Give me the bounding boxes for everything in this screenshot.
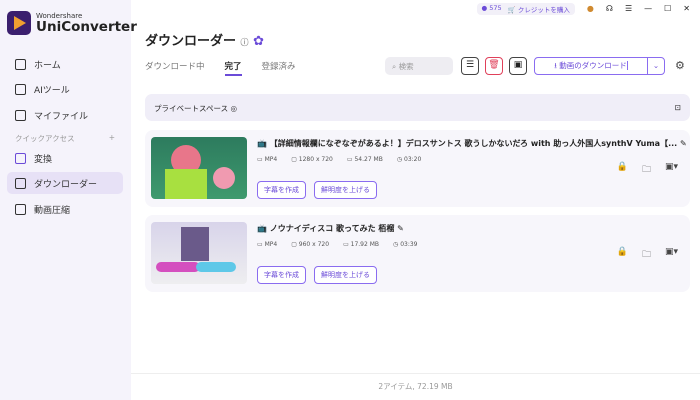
sidebar-item-home[interactable]: ホーム <box>7 53 123 75</box>
sidebar-item-convert[interactable]: 変換 <box>7 147 123 169</box>
edit-icon[interactable]: ✎ <box>680 139 687 148</box>
sort-list-button[interactable]: ☰ <box>461 57 479 75</box>
sidebar-item-label: マイファイル <box>34 111 89 122</box>
add-quick-access-button[interactable]: + <box>109 133 115 144</box>
enhance-button[interactable]: 鮮明度を上げる <box>314 181 377 199</box>
private-space-label: プライベートスペース <box>154 104 229 113</box>
search-input[interactable]: ⌕ 検索 <box>385 57 453 75</box>
list-item[interactable]: 📺 ノウナイディスコ 歌ってみた 栢榴 ✎ ▭ MP4 ▢ 960 x 720 ▭ … <box>145 215 690 292</box>
tab-registered[interactable]: 登録済み <box>262 60 296 76</box>
size-value: 17.92 MB <box>350 241 380 248</box>
format-value: MP4 <box>264 156 278 163</box>
close-icon[interactable]: ✕ <box>683 4 690 13</box>
sidebar: Wondershare UniConverter ホーム AIツール マイファイル… <box>0 0 137 400</box>
size-value: 54.27 MB <box>354 156 383 163</box>
sidebar-item-label: ダウンローダー <box>34 179 98 190</box>
sidebar-item-label: 変換 <box>34 154 53 165</box>
home-icon <box>15 58 26 70</box>
page-title: ダウンローダー ⓘ ✿ <box>145 30 264 49</box>
uniconverter-logo-icon <box>7 11 31 35</box>
video-meta: ▭ MP4 ▢ 960 x 720 ▭ 17.92 MB ◷ 03:39 <box>257 241 417 248</box>
menu-icon[interactable]: ☰ <box>625 4 632 13</box>
resolution-value: 1280 x 720 <box>298 156 333 163</box>
minimize-icon[interactable]: — <box>644 4 652 13</box>
lock-icon[interactable]: 🔒 <box>617 162 628 178</box>
folder-button[interactable]: ▣ <box>509 57 527 75</box>
private-space-bar[interactable]: プライベートスペース ◎ ⊡ <box>145 94 690 121</box>
enhance-button[interactable]: 鮮明度を上げる <box>314 266 377 284</box>
download-icon <box>15 177 26 189</box>
chevron-down-icon[interactable]: ⌄ <box>648 58 664 74</box>
sidebar-item-my-files[interactable]: マイファイル <box>7 104 123 126</box>
credits-count: ● 575 <box>481 3 502 12</box>
page-title-text: ダウンローダー <box>145 34 237 49</box>
buy-credits-label: クレジットを購入 <box>517 5 570 14</box>
settings-icon[interactable]: ⚙ <box>675 59 685 72</box>
convert-icon <box>15 152 26 164</box>
video-thumbnail[interactable] <box>151 222 247 284</box>
duration: ◷ 03:39 <box>393 241 418 248</box>
download-video-button[interactable]: ⭳ 動画のダウンロード ⌄ <box>534 57 665 75</box>
private-settings-icon[interactable]: ◎ <box>231 104 238 113</box>
private-space-icon[interactable]: ⊡ <box>675 103 681 112</box>
credits-value: 575 <box>489 3 502 12</box>
format-value: MP4 <box>264 241 278 248</box>
video-thumbnail[interactable] <box>151 137 247 199</box>
create-subtitle-button[interactable]: 字幕を作成 <box>257 181 306 199</box>
headset-icon[interactable]: ☊ <box>606 4 613 13</box>
buy-credits-link[interactable]: 🛒 クレジットを購入 <box>508 4 570 14</box>
duration-value: 03:39 <box>400 241 418 248</box>
search-placeholder: 検索 <box>398 62 414 71</box>
logo: Wondershare UniConverter <box>7 11 137 35</box>
avatar[interactable]: ● <box>587 4 594 13</box>
sidebar-item-compress[interactable]: 動画圧縮 <box>7 198 123 220</box>
credits-badge[interactable]: ● 575 🛒 クレジットを購入 <box>476 2 575 15</box>
resolution: ▢ 1280 x 720 <box>291 156 333 163</box>
lock-icon[interactable]: 🔒 <box>617 247 628 263</box>
title-bar: ● 575 🛒 クレジットを購入 ● ☊ ☰ — ☐ ✕ <box>476 0 700 17</box>
format: ▭ MP4 <box>257 241 278 248</box>
format: ▭ MP4 <box>257 156 278 163</box>
edit-icon[interactable]: ✎ <box>397 224 404 233</box>
download-video-text: 動画のダウンロード <box>559 61 628 70</box>
tab-downloading[interactable]: ダウンロード中 <box>145 60 205 76</box>
compress-icon <box>15 203 26 215</box>
brand-name: UniConverter <box>36 19 137 35</box>
folder-icon[interactable]: 🗀 <box>642 247 651 263</box>
video-meta: ▭ MP4 ▢ 1280 x 720 ▭ 54.27 MB ◷ 03:20 <box>257 156 421 163</box>
file-size: ▭ 17.92 MB <box>343 241 380 248</box>
download-video-label[interactable]: ⭳ 動画のダウンロード <box>535 58 648 74</box>
create-subtitle-button[interactable]: 字幕を作成 <box>257 266 306 284</box>
info-icon[interactable]: ⓘ <box>241 38 249 47</box>
maximize-icon[interactable]: ☐ <box>664 4 671 13</box>
footer-summary: 2アイテム, 72.19 MB <box>131 373 700 400</box>
video-title: 📺 【詳細情報欄になぞなぞがあるよ！】デロスサントス 歌うしかないだろ with… <box>257 139 687 148</box>
file-icon <box>15 109 26 121</box>
list-item[interactable]: 📺 【詳細情報欄になぞなぞがあるよ！】デロスサントス 歌うしかないだろ with… <box>145 130 690 207</box>
resolution-value: 960 x 720 <box>298 241 330 248</box>
duration-value: 03:20 <box>404 156 422 163</box>
sidebar-item-downloader[interactable]: ダウンローダー <box>7 172 123 194</box>
sidebar-item-label: 動画圧縮 <box>34 205 71 216</box>
resolution: ▢ 960 x 720 <box>291 241 330 248</box>
tabs: ダウンロード中 完了 登録済み <box>145 60 296 76</box>
sidebar-item-ai-tools[interactable]: AIツール <box>7 78 123 100</box>
delete-button[interactable]: 🗑 <box>485 57 503 75</box>
ai-toolbox-icon <box>15 83 26 95</box>
play-menu-icon[interactable]: ▣▾ <box>665 162 678 178</box>
sidebar-item-label: ホーム <box>34 60 61 71</box>
duration: ◷ 03:20 <box>396 156 422 163</box>
folder-icon[interactable]: 🗀 <box>642 162 651 178</box>
tab-completed[interactable]: 完了 <box>224 60 242 76</box>
video-title-text: ノウナイディスコ 歌ってみた 栢榴 <box>269 224 395 233</box>
video-title: 📺 ノウナイディスコ 歌ってみた 栢榴 ✎ <box>257 224 404 233</box>
sidebar-item-label: AIツール <box>34 85 70 96</box>
badge-icon[interactable]: ✿ <box>253 34 264 49</box>
quick-access-header: クイックアクセス + <box>15 133 115 144</box>
quick-access-label: クイックアクセス <box>15 134 75 143</box>
play-menu-icon[interactable]: ▣▾ <box>665 247 678 263</box>
video-title-text: 【詳細情報欄になぞなぞがあるよ！】デロスサントス 歌うしかないだろ with 助… <box>269 139 678 148</box>
file-size: ▭ 54.27 MB <box>346 156 383 163</box>
